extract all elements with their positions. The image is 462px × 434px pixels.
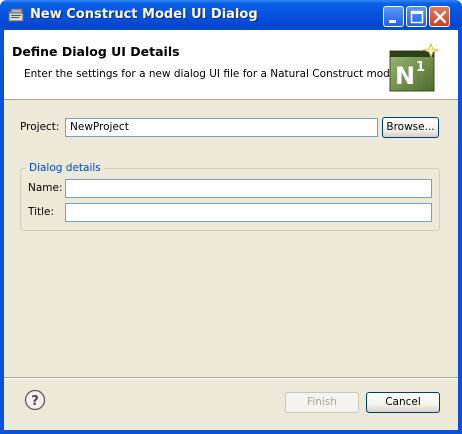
maximize-button[interactable] [406, 6, 427, 27]
app-icon [8, 8, 24, 22]
natural-construct-logo-icon: N 1 [389, 42, 440, 93]
dialog-details-legend: Dialog details [26, 162, 104, 174]
page-title: Define Dialog UI Details [12, 44, 180, 59]
logo-letter: N [395, 62, 415, 90]
window-title: New Construct Model UI Dialog [30, 7, 258, 22]
wizard-header: Define Dialog UI Details Enter the setti… [4, 30, 458, 100]
logo-superscript: 1 [416, 60, 425, 75]
svg-text:?: ? [31, 394, 39, 409]
title-field[interactable] [65, 203, 432, 222]
project-label: Project: [20, 121, 60, 133]
dialog-window: New Construct Model UI Dialog Define Dia… [0, 0, 462, 434]
minimize-icon [389, 20, 396, 23]
finish-button[interactable]: Finish [285, 392, 359, 413]
close-button[interactable] [429, 6, 450, 27]
footer-separator [4, 377, 458, 379]
name-label: Name: [28, 182, 63, 194]
maximize-icon [410, 10, 424, 24]
title-bar[interactable]: New Construct Model UI Dialog [0, 0, 462, 30]
page-description: Enter the settings for a new dialog UI f… [24, 68, 403, 80]
minimize-button[interactable] [383, 6, 404, 27]
browse-button[interactable]: Browse... [382, 117, 439, 138]
name-field[interactable] [65, 179, 432, 198]
help-icon[interactable]: ? [24, 389, 46, 411]
close-icon [433, 10, 447, 24]
project-field[interactable]: NewProject [65, 118, 378, 137]
dialog-body: Define Dialog UI Details Enter the setti… [4, 30, 458, 430]
title-label: Title: [28, 206, 55, 218]
cancel-button[interactable]: Cancel [366, 392, 440, 413]
